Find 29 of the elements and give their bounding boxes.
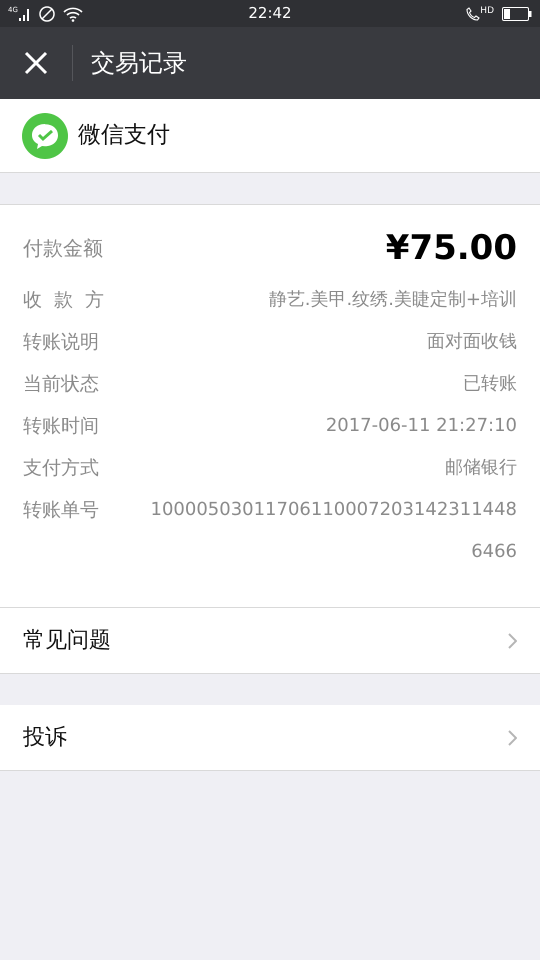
- chevron-right-icon: [507, 632, 517, 648]
- detail-label: 转账说明: [23, 330, 99, 355]
- detail-value: 2017-06-11 21:27:10: [326, 414, 517, 438]
- battery-icon: [502, 6, 532, 20]
- detail-value: 面对面收钱: [427, 330, 517, 354]
- wifi-icon: [62, 6, 83, 22]
- detail-label: 收 款 方: [23, 288, 104, 313]
- merchant-name: 微信支付: [78, 121, 170, 150]
- phone-icon: [466, 6, 480, 20]
- detail-value: 静艺.美甲.纹绣.美睫定制+培训: [268, 288, 517, 312]
- detail-label: 转账单号: [23, 498, 99, 523]
- detail-label: 转账时间: [23, 414, 99, 439]
- hd-label: HD: [480, 6, 494, 16]
- amount-label: 付款金额: [23, 235, 103, 262]
- chevron-right-icon: [507, 730, 517, 746]
- detail-value: 邮储银行: [445, 456, 517, 480]
- menu-item[interactable]: 常见问题: [0, 608, 540, 674]
- detail-label: 支付方式: [23, 456, 99, 481]
- detail-value: 已转账: [463, 372, 517, 396]
- page-title: 交易记录: [91, 48, 187, 79]
- detail-value: 100005030117061100072031423114486466: [150, 498, 517, 564]
- menu-item[interactable]: 投诉: [0, 705, 540, 771]
- detail-label: 当前状态: [23, 372, 99, 397]
- wechat-pay-icon: [22, 112, 68, 158]
- blocked-icon: [38, 6, 55, 22]
- signal-icon: [18, 6, 31, 20]
- close-icon: [24, 51, 48, 75]
- clock: 22:42: [247, 3, 293, 24]
- amount-value: ¥75.00: [386, 226, 517, 270]
